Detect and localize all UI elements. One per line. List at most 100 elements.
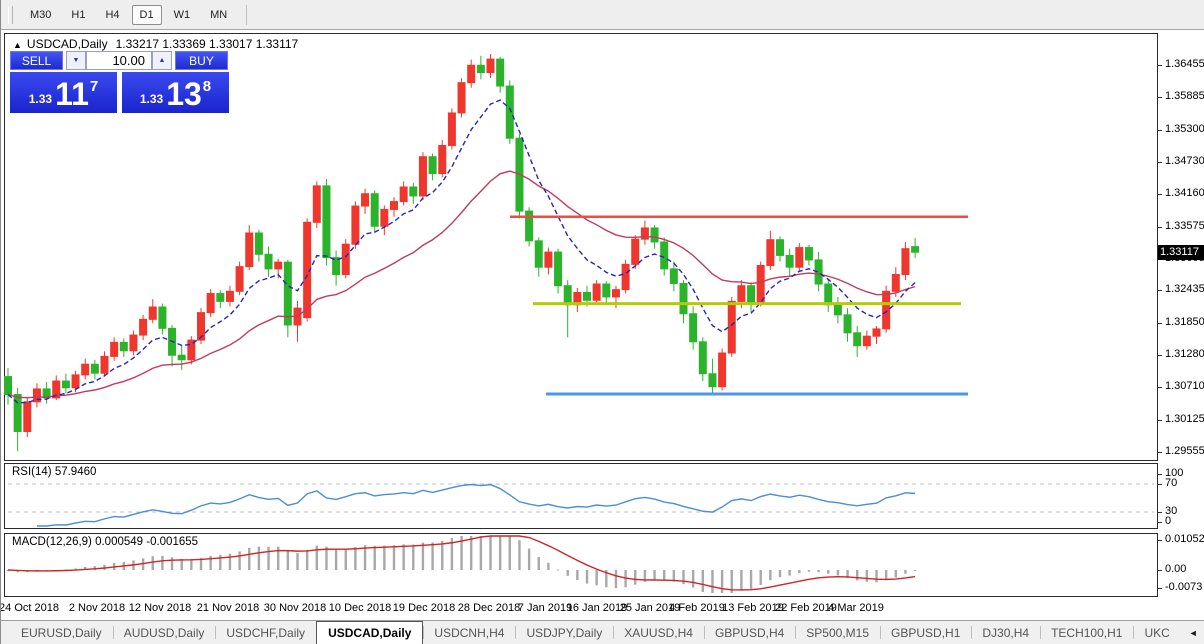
timeframe-button-w1[interactable]: W1 [166, 5, 199, 25]
timeframe-button-h4[interactable]: H4 [97, 5, 127, 25]
chart-ohlc-values: 1.33217 1.33369 1.33017 1.33117 [116, 37, 299, 51]
price-axis-label: 0 [1165, 515, 1171, 528]
date-tick-label: 28 Dec 2018 [458, 602, 520, 614]
sell-price-prefix: 1.33 [29, 92, 52, 106]
chart-tab-usdcad[interactable]: USDCAD,Daily [316, 621, 423, 644]
rsi-pane[interactable]: RSI(14) 57.9460 [4, 463, 1158, 529]
macd-pane[interactable]: MACD(12,26,9) 0.000549 -0.001655 [4, 533, 1158, 597]
tab-label: DJ30,H4 [982, 626, 1029, 640]
timeframe-button-h1[interactable]: H1 [63, 5, 93, 25]
sell-button[interactable]: SELL [10, 51, 63, 70]
price-axis-label: 0.010525 [1165, 533, 1204, 546]
price-axis-label: 0.00 [1165, 563, 1186, 576]
chart-tab-gbpusd[interactable]: GBPUSD,H4 [704, 621, 795, 644]
timeframe-button-d1[interactable]: D1 [132, 5, 162, 25]
date-tick-label: 4 Feb 2019 [669, 602, 725, 614]
tab-label: XAUUSD,H4 [624, 626, 693, 640]
chart-tab-ukc[interactable]: UKC [1133, 621, 1180, 644]
tab-label: AUDUSD,Daily [124, 626, 205, 640]
chart-tab-usdchf[interactable]: USDCHF,Daily [215, 621, 316, 644]
price-axis-label: 1.34160 [1165, 187, 1204, 200]
rsi-label: RSI(14) 57.9460 [12, 466, 96, 478]
buy-price-prefix: 1.33 [140, 92, 163, 106]
timeframe-button-m30[interactable]: M30 [22, 5, 59, 25]
axis-tick [1158, 512, 1162, 513]
chart-tab-tech100[interactable]: TECH100,H1 [1040, 621, 1133, 644]
tab-label: USDCAD,Daily [328, 626, 411, 640]
axis-tick [1158, 474, 1162, 475]
chart-tab-sp500[interactable]: SP500,M15 [795, 621, 880, 644]
buy-price-big: 13 [166, 77, 202, 111]
macd-label: MACD(12,26,9) 0.000549 -0.001655 [12, 536, 198, 548]
sell-price-pip: 7 [90, 78, 98, 95]
price-axis-label: 1.33575 [1165, 220, 1204, 233]
date-tick-label: 2 Nov 2018 [69, 602, 125, 614]
tab-label: UKC [1144, 626, 1169, 640]
chart-tab-usdjpy[interactable]: USDJPY,Daily [515, 621, 613, 644]
volume-input[interactable]: 10.00 [86, 51, 152, 70]
sell-price-box[interactable]: 1.33 11 7 [10, 72, 117, 113]
tab-label: USDCNH,H4 [434, 626, 504, 640]
window-left-edge [0, 0, 1, 644]
axis-tick [1158, 484, 1162, 485]
date-tick-label: 19 Dec 2018 [393, 602, 455, 614]
price-axis-label: 70 [1165, 477, 1177, 490]
volume-increase-button[interactable]: ▲ [152, 51, 172, 70]
price-axis-label: 1.35885 [1165, 90, 1204, 103]
chart-title: ▲ USDCAD,Daily 1.33217 1.33369 1.33017 1.3… [13, 37, 298, 51]
buy-price-pip: 8 [203, 78, 211, 95]
one-click-trading-panel: SELL ▼ 10.00 ▲ BUY 1.33 11 7 1.33 13 8 [10, 51, 229, 113]
date-tick-label: 30 Nov 2018 [264, 602, 326, 614]
date-tick-label: 4 Mar 2019 [828, 602, 884, 614]
price-axis-label: 1.34730 [1165, 155, 1204, 168]
tab-label: SP500,M15 [806, 626, 869, 640]
axis-tick [1158, 323, 1162, 324]
date-tick-label: 16 Jan 2019 [567, 602, 628, 614]
timeframe-toolbar: M30H1H4D1W1MN [0, 0, 1204, 30]
timeframe-button-mn[interactable]: MN [202, 5, 235, 25]
toolbar-separator [246, 5, 247, 25]
buy-price-box[interactable]: 1.33 13 8 [122, 72, 229, 113]
axis-tick [1158, 130, 1162, 131]
chart-tab-usdcnh[interactable]: USDCNH,H4 [423, 621, 515, 644]
price-axis-label: 1.36455 [1165, 58, 1204, 71]
axis-tick [1158, 194, 1162, 195]
rsi-chart[interactable] [4, 463, 1158, 529]
tab-label: USDJPY,Daily [526, 626, 602, 640]
axis-tick [1158, 65, 1162, 66]
date-tick-label: 12 Nov 2018 [129, 602, 191, 614]
time-axis[interactable]: 24 Oct 20182 Nov 201812 Nov 201821 Nov 2… [4, 599, 1158, 619]
chart-symbol-label: USDCAD,Daily [27, 37, 108, 51]
axis-tick [1158, 420, 1162, 421]
tab-label: EURUSD,Daily [21, 626, 102, 640]
axis-tick [1158, 452, 1162, 453]
axis-tick [1158, 97, 1162, 98]
buy-button[interactable]: BUY [175, 51, 228, 70]
price-axis-label: 1.32435 [1165, 283, 1204, 296]
axis-tick [1158, 387, 1162, 388]
chart-tab-gbpusd[interactable]: GBPUSD,H1 [880, 621, 971, 644]
axis-tick [1158, 588, 1162, 589]
date-tick-label: 21 Nov 2018 [197, 602, 259, 614]
chart-tab-eurusd[interactable]: EURUSD,Daily [10, 621, 113, 644]
date-tick-label: 10 Dec 2018 [329, 602, 391, 614]
collapse-arrow-icon[interactable]: ▲ [13, 40, 22, 50]
price-axis[interactable]: 1.364551.358851.353001.347301.341601.335… [1158, 30, 1204, 620]
volume-decrease-button[interactable]: ▼ [66, 51, 86, 70]
chart-tab-audusd[interactable]: AUDUSD,Daily [113, 621, 216, 644]
chart-window: RSI(14) 57.9460 MACD(12,26,9) 0.000549 -… [0, 30, 1204, 620]
date-tick-label: 24 Oct 2018 [0, 602, 59, 614]
axis-tick [1158, 522, 1162, 523]
chart-tab-dj30[interactable]: DJ30,H4 [971, 621, 1040, 644]
toolbar-grip[interactable] [8, 6, 13, 24]
tab-label: GBPUSD,H4 [715, 626, 784, 640]
axis-tick [1158, 540, 1162, 541]
tab-scroll-left-icon[interactable]: ◄ [1189, 628, 1198, 638]
chart-tab-xauusd[interactable]: XAUUSD,H4 [613, 621, 704, 644]
tab-label: TECH100,H1 [1051, 626, 1122, 640]
date-tick-label: 7 Jan 2019 [518, 602, 572, 614]
price-axis-label: 1.30710 [1165, 380, 1204, 393]
tab-label: USDCHF,Daily [226, 626, 305, 640]
axis-tick [1158, 162, 1162, 163]
price-axis-label: 1.31850 [1165, 316, 1204, 329]
